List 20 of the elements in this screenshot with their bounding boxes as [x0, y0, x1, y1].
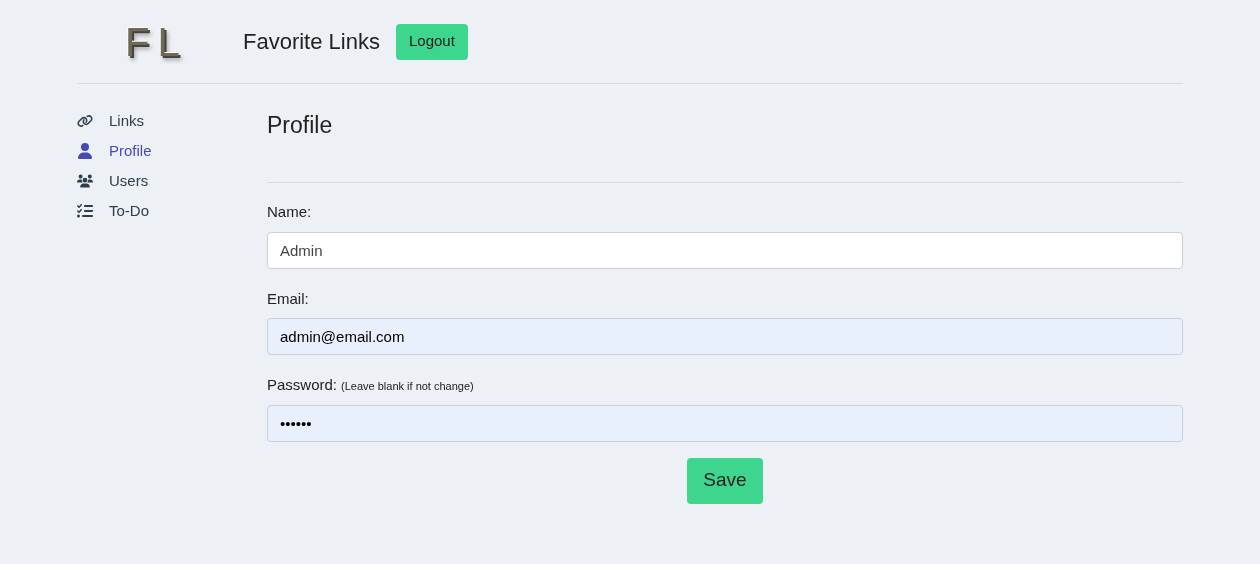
user-icon: [77, 143, 93, 159]
field-hint: (Leave blank if not change): [341, 379, 474, 394]
sidebar-item[interactable]: Profile: [77, 140, 267, 162]
field-label: Name:: [267, 202, 312, 222]
input-field[interactable]: admin@email.com: [267, 318, 1183, 355]
page-title: Profile: [267, 111, 334, 140]
users-icon: [77, 173, 93, 189]
logout-button[interactable]: Logout: [395, 23, 468, 60]
link-icon: [77, 113, 93, 129]
checklist-icon: [77, 203, 93, 219]
site-title: Favorite Links: [243, 28, 380, 56]
field-label: Email:: [267, 288, 309, 309]
save-button[interactable]: Save: [687, 457, 763, 504]
input-field[interactable]: ••••••: [267, 404, 1183, 442]
sidebar-item[interactable]: Users: [77, 170, 267, 192]
sidebar-item[interactable]: Links: [77, 110, 267, 132]
input-field[interactable]: Admin: [267, 231, 1183, 269]
field-label: Password:: [267, 375, 338, 395]
logo: FL: [125, 21, 189, 62]
sidebar-item[interactable]: To-Do: [77, 200, 267, 222]
